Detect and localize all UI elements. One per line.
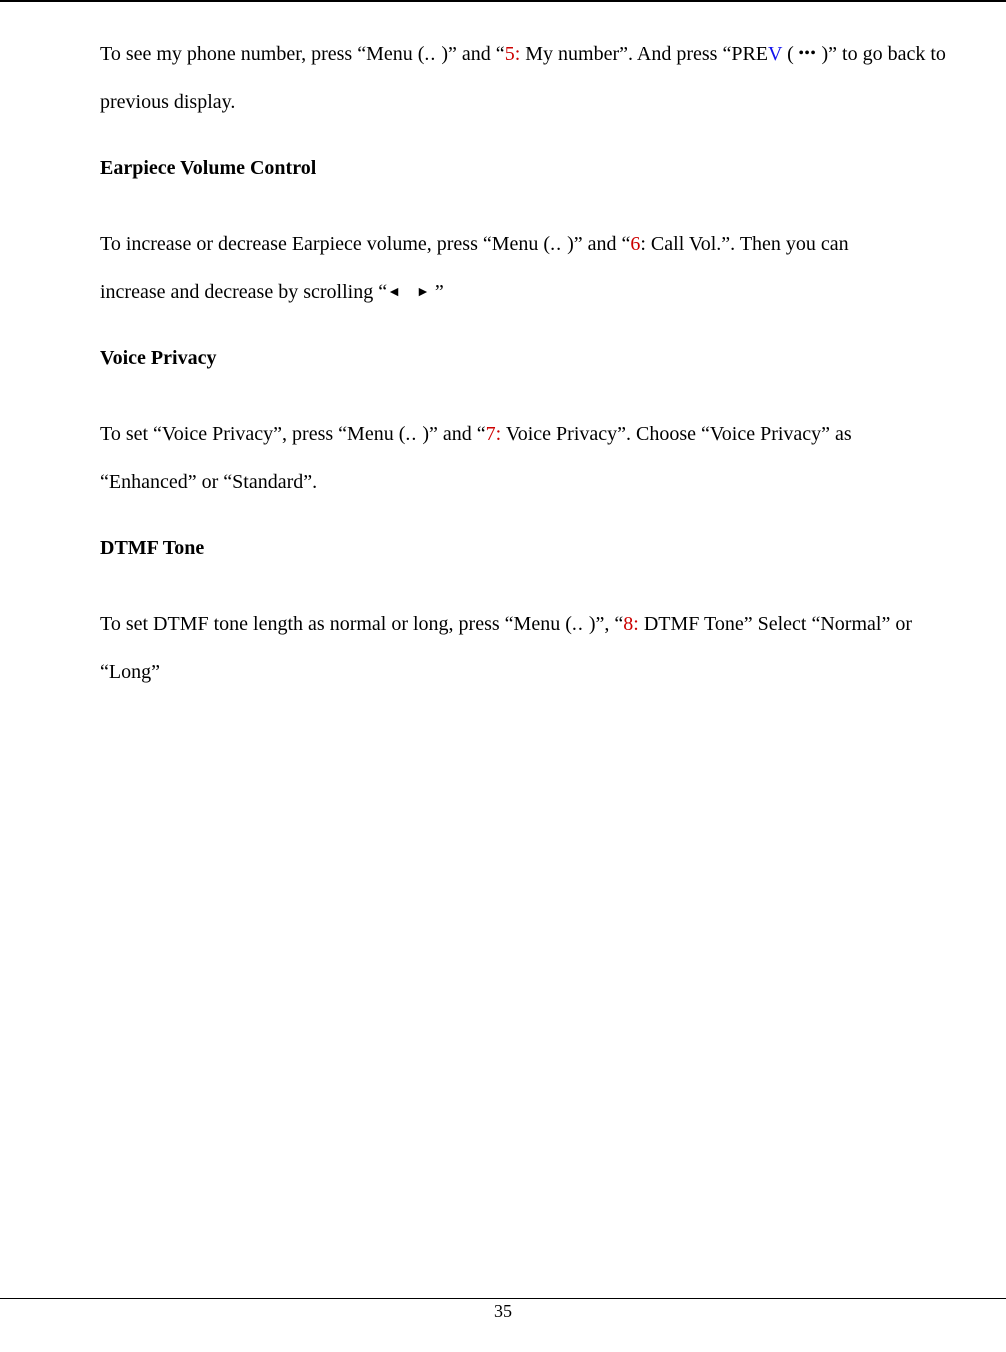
heading-earpiece-volume: Earpiece Volume Control — [100, 144, 946, 192]
text: My number”. And press “PRE — [520, 43, 768, 65]
text: )”, “ — [589, 613, 623, 635]
text: : Call Vol.”. Then you can — [640, 233, 848, 255]
page-body: To see my phone number, press “Menu (.. … — [100, 30, 946, 696]
text: To see my phone number, press “Menu ( — [100, 43, 424, 65]
text: To set DTMF tone length as normal or lon… — [100, 613, 572, 635]
heading-voice-privacy: Voice Privacy — [100, 334, 946, 382]
menu-item-number-6: 6 — [630, 233, 640, 255]
menu-dots-icon: .. — [424, 43, 436, 65]
document-page: To see my phone number, press “Menu (.. … — [0, 0, 1006, 1352]
text: To set “Voice Privacy”, press “Menu ( — [100, 423, 405, 445]
page-footer: 35 — [0, 1298, 1006, 1322]
text: ( — [782, 43, 794, 65]
text: )” and “ — [441, 43, 504, 65]
text: )” and “ — [422, 423, 485, 445]
menu-item-number-7: 7: — [486, 423, 502, 445]
text: ” — [435, 281, 444, 303]
paragraph-earpiece-volume-2: increase and decrease by scrolling “◄ ► … — [100, 268, 946, 316]
paragraph-earpiece-volume-1: To increase or decrease Earpiece volume,… — [100, 220, 946, 268]
prev-v-letter: V — [768, 43, 782, 65]
menu-dots-icon: .. — [405, 423, 417, 445]
page-number: 35 — [494, 1301, 512, 1321]
text: To increase or decrease Earpiece volume,… — [100, 233, 550, 255]
paragraph-dtmf-tone: To set DTMF tone length as normal or lon… — [100, 600, 946, 696]
menu-item-number-8: 8: — [623, 613, 639, 635]
three-dots-icon: ••• — [799, 46, 817, 61]
text: increase and decrease by scrolling “ — [100, 281, 387, 303]
arrow-left-icon: ◄ — [387, 285, 401, 300]
paragraph-voice-privacy: To set “Voice Privacy”, press “Menu (.. … — [100, 410, 946, 506]
menu-dots-icon: .. — [550, 233, 562, 255]
arrow-right-icon: ► — [416, 285, 430, 300]
heading-dtmf-tone: DTMF Tone — [100, 524, 946, 572]
text: )” and “ — [567, 233, 630, 255]
paragraph-my-number: To see my phone number, press “Menu (.. … — [100, 30, 946, 126]
menu-item-number-5: 5: — [505, 43, 521, 65]
menu-dots-icon: .. — [572, 613, 584, 635]
